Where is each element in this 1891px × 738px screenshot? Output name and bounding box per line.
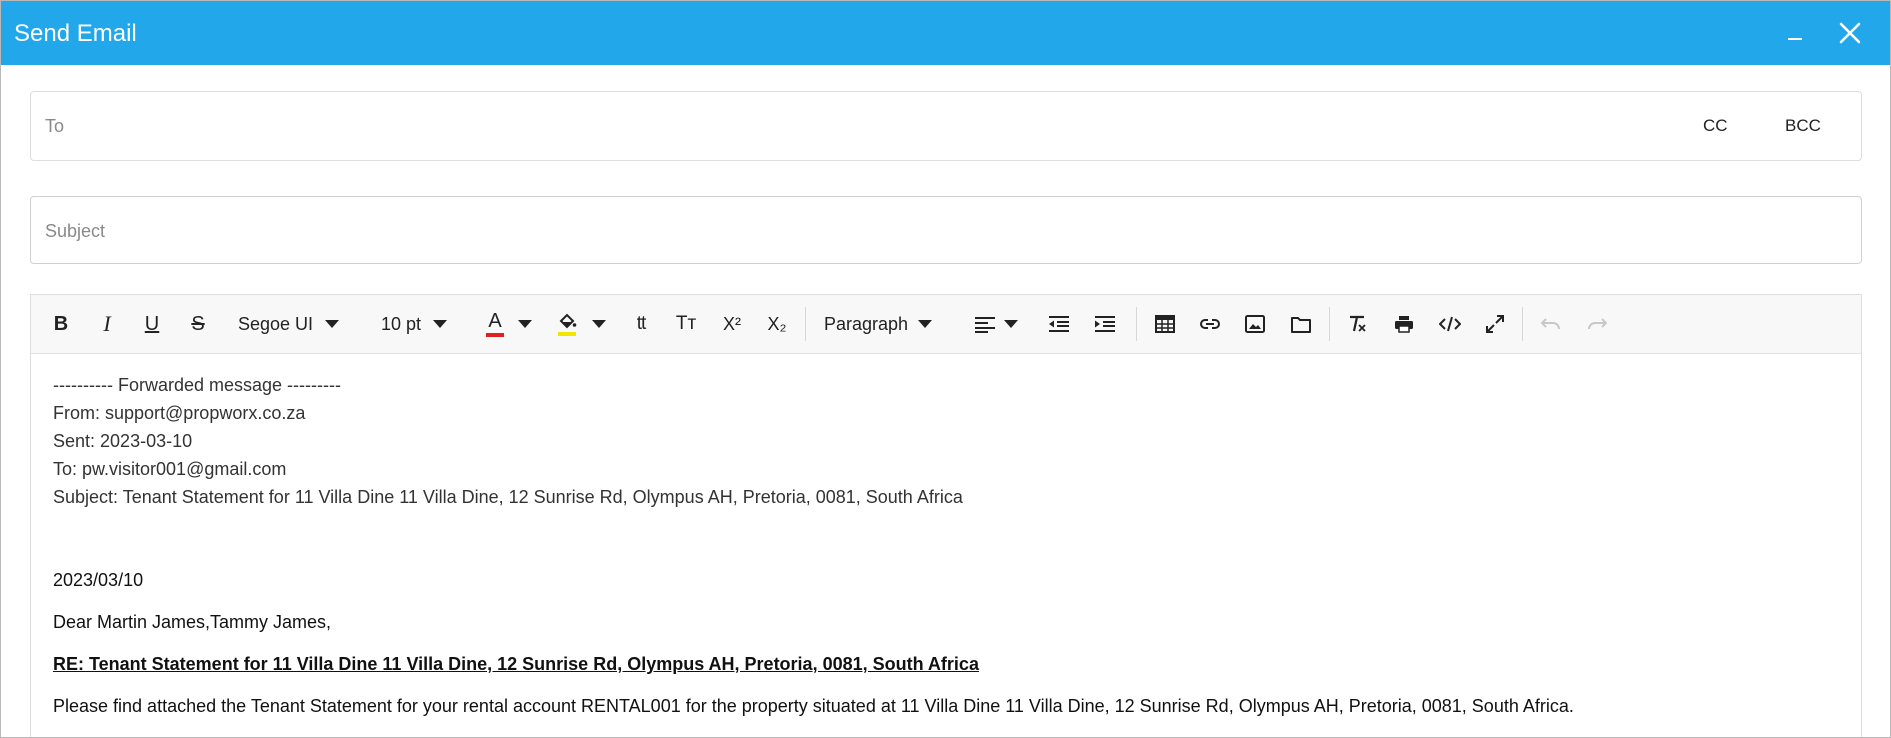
cc-button[interactable]: CC [1703,116,1728,136]
editor-toolbar: B I U S Segoe UI 10 pt A tt Tт X² X₂ Par… [31,295,1861,354]
chevron-down-icon [325,320,340,328]
undo-button[interactable] [1538,309,1564,339]
paint-bucket-icon [559,313,577,328]
font-size-dropdown[interactable]: 10 pt [381,309,461,339]
image-icon [1245,315,1265,333]
code-view-icon [1439,316,1461,332]
capitalize-button[interactable]: Tт [673,309,699,339]
indent-button[interactable] [1092,309,1118,339]
insert-file-button[interactable] [1288,309,1314,339]
superscript-label: X² [723,313,741,334]
highlight-color-dropdown[interactable] [590,309,608,339]
subscript-label: X₂ [767,313,787,334]
code-view-button[interactable] [1437,309,1463,339]
minimize-icon[interactable] [1781,21,1809,45]
forward-header: ---------- Forwarded message --------- [53,375,341,395]
italic-label: I [103,311,111,336]
insert-table-button[interactable] [1152,309,1178,339]
align-left-icon [975,317,995,333]
font-color-button[interactable]: A [482,309,508,339]
insert-link-button[interactable] [1197,309,1223,339]
font-size-value: 10 pt [381,313,422,334]
forward-from: From: support@propworx.co.za [53,403,306,423]
insert-image-button[interactable] [1242,309,1268,339]
subscript-button[interactable]: X₂ [764,309,790,339]
re-line: RE: Tenant Statement for 11 Villa Dine 1… [53,654,979,674]
superscript-button[interactable]: X² [719,309,745,339]
strikethrough-label: S [191,312,205,335]
chevron-down-icon [918,320,933,328]
bold-button[interactable]: B [51,309,71,339]
forward-sent: Sent: 2023-03-10 [53,431,193,451]
indent-icon [1095,316,1115,332]
toolbar-separator [1329,307,1330,341]
rich-text-editor: B I U S Segoe UI 10 pt A tt Tт X² X₂ Par… [30,294,1862,737]
chevron-down-icon [518,320,532,328]
chevron-down-icon [592,320,606,328]
strikethrough-button[interactable]: S [188,309,208,339]
fullscreen-icon [1486,315,1504,333]
lowercase-button[interactable]: tt [629,309,653,339]
table-icon [1155,315,1175,333]
subject-field[interactable]: Subject [30,196,1862,264]
font-color-swatch [486,333,504,337]
font-color-label: A [488,310,502,332]
font-family-dropdown[interactable]: Segoe UI [238,309,348,339]
font-color-dropdown[interactable] [516,309,534,339]
close-icon[interactable] [1836,19,1864,47]
toolbar-separator [1136,307,1137,341]
send-email-dialog: Send Email To CC BCC Subject B I U S Seg… [0,0,1891,738]
subject-placeholder: Subject [45,221,106,241]
forward-to: To: pw.visitor001@gmail.com [53,459,287,479]
capitalize-label: Tт [675,313,697,334]
greeting: Dear Martin James,Tammy James, [53,612,332,632]
to-placeholder: To [45,116,65,136]
clear-format-button[interactable] [1345,309,1371,339]
clear-format-icon [1350,315,1366,332]
toolbar-separator [805,307,806,341]
chevron-down-icon [433,320,448,328]
font-family-value: Segoe UI [238,313,314,334]
print-icon [1395,316,1413,333]
underline-button[interactable]: U [142,309,162,339]
toolbar-separator [1522,307,1523,341]
redo-icon [1588,318,1607,330]
highlight-color-swatch [558,331,576,336]
paragraph-format-dropdown[interactable]: Paragraph [824,309,944,339]
bcc-button[interactable]: BCC [1785,116,1821,136]
lowercase-label: tt [636,313,647,334]
to-field[interactable]: To CC BCC [30,91,1862,161]
bold-label: B [53,312,69,335]
align-dropdown[interactable] [971,309,1021,339]
message-body: Please find attached the Tenant Statemen… [53,696,1574,716]
folder-icon [1291,317,1311,333]
italic-button[interactable]: I [97,309,117,339]
paragraph-format-value: Paragraph [824,313,909,334]
link-icon [1200,319,1220,329]
dialog-title: Send Email [14,20,137,47]
redo-button[interactable] [1584,309,1610,339]
statement-date: 2023/03/10 [53,570,144,590]
outdent-icon [1049,316,1069,332]
print-button[interactable] [1391,309,1417,339]
underline-label: U [144,312,160,335]
dialog-titlebar: Send Email [1,1,1890,65]
fullscreen-button[interactable] [1482,309,1508,339]
undo-icon [1541,318,1560,330]
forward-subject: Subject: Tenant Statement for 11 Villa D… [53,487,963,507]
highlight-color-button[interactable] [554,309,580,339]
outdent-button[interactable] [1046,309,1072,339]
chevron-down-icon [1004,320,1018,328]
